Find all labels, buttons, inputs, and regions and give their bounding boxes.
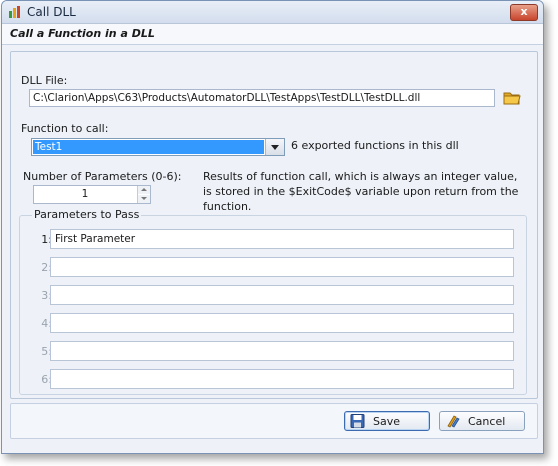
function-select[interactable]: Test1 [31,138,285,156]
param-row-number: 3: [41,289,52,302]
parameters-group-title: Parameters to Pass [32,208,142,221]
dll-file-input[interactable]: C:\Clarion\Apps\C63\Products\AutomatorDL… [29,89,495,107]
save-icon [350,414,366,428]
param-2-input[interactable] [50,257,514,277]
results-note-line: Results of function call, which is alway… [203,170,518,183]
param-row-number: 1: [41,233,52,246]
spin-up-icon[interactable] [138,186,150,194]
window-title: Call DLL [27,5,76,19]
dll-file-label: DLL File: [21,74,68,87]
main-panel: DLL File: C:\Clarion\Apps\C63\Products\A… [10,51,538,399]
num-params-value: 1 [81,188,89,200]
param-3-input[interactable] [50,285,514,305]
button-bar: Save Cancel [10,403,538,439]
dialog-subtitle: Call a Function in a DLL [10,27,155,40]
cancel-label: Cancel [468,415,506,428]
spin-buttons [137,186,150,203]
spin-down-icon[interactable] [138,195,150,203]
param-4-input[interactable] [50,313,514,333]
call-dll-window: Call DLL x Call a Function in a DLL DLL … [1,0,544,454]
browse-folder-button[interactable] [502,88,522,108]
results-note-line: is stored in the $ExitCode$ variable upo… [203,185,519,198]
function-selected-value: Test1 [33,140,264,154]
parameters-group: Parameters to Pass 1: First Parameter 2:… [19,208,527,395]
close-button[interactable]: x [510,4,538,21]
results-note: Results of function call, which is alway… [203,169,518,214]
dialog-header: Call a Function in a DLL [2,24,543,45]
num-params-label: Number of Parameters (0-6): [23,170,182,183]
param-1-input[interactable]: First Parameter [50,229,514,249]
save-button[interactable]: Save [344,411,430,431]
param-5-input[interactable] [50,341,514,361]
folder-icon [503,92,521,105]
save-label: Save [373,415,401,428]
param-row-number: 6: [41,373,52,386]
title-bar[interactable]: Call DLL x [2,1,543,24]
param-row-number: 4: [41,317,52,330]
param-row-number: 5: [41,345,52,358]
param-6-input[interactable] [50,369,514,389]
num-params-stepper[interactable]: 1 [33,185,151,204]
cancel-icon [445,414,461,428]
function-label: Function to call: [21,122,109,135]
chevron-down-icon[interactable] [265,139,284,155]
param-row-number: 2: [41,261,52,274]
cancel-button[interactable]: Cancel [439,411,525,431]
app-icon [8,5,22,19]
exported-functions-info: 6 exported functions in this dll [291,139,459,152]
results-note-line: function. [203,200,252,213]
